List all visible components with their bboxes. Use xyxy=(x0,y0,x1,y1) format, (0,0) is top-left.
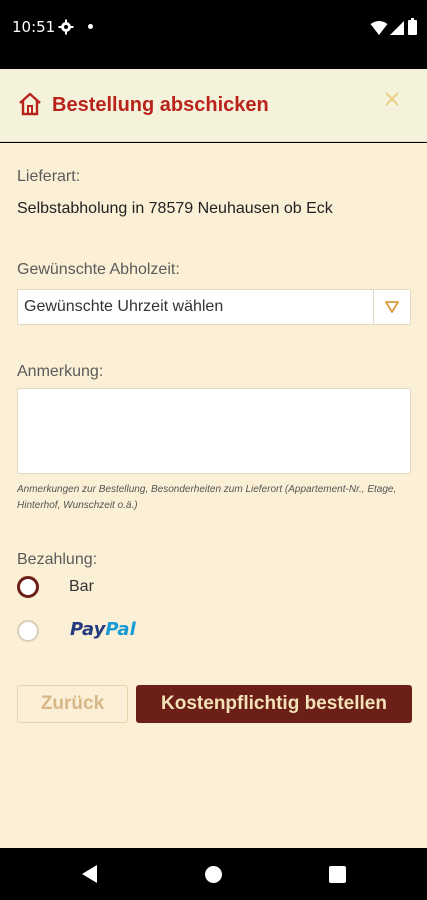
close-icon[interactable] xyxy=(382,89,402,109)
paypal-logo[interactable]: PayPal xyxy=(70,619,136,640)
pickup-time-label: Gewünschte Abholzeit: xyxy=(17,261,180,278)
payment-radio-paypal[interactable] xyxy=(17,620,39,642)
payment-radio-cash[interactable] xyxy=(17,576,39,598)
wifi-icon xyxy=(370,21,388,35)
status-bar: 10:51 xyxy=(0,0,427,56)
dialog-title: Bestellung abschicken xyxy=(52,94,269,116)
dialog-top-edge xyxy=(0,56,427,69)
note-textarea[interactable] xyxy=(17,388,411,474)
paypal-logo-pal: Pal xyxy=(105,619,136,640)
delivery-value: Selbstabholung in 78579 Neuhausen ob Eck xyxy=(17,200,333,217)
note-label: Anmerkung: xyxy=(17,363,104,380)
status-time: 10:51 xyxy=(12,18,56,36)
notification-dot-icon xyxy=(88,24,93,29)
note-hint: Anmerkungen zur Bestellung, Besonderheit… xyxy=(17,484,397,511)
payment-label: Bezahlung: xyxy=(17,551,98,568)
nav-home-icon[interactable] xyxy=(205,866,222,883)
payment-option-cash[interactable]: Bar xyxy=(69,578,94,596)
pickup-time-select[interactable]: Gewünschte Uhrzeit wählen xyxy=(17,289,411,325)
battery-icon xyxy=(408,18,417,35)
nav-back-icon[interactable] xyxy=(81,864,99,884)
home-icon xyxy=(19,92,41,116)
gear-icon xyxy=(58,19,74,35)
dropdown-button[interactable] xyxy=(373,290,410,324)
signal-icon xyxy=(390,21,404,35)
triangle-down-icon xyxy=(385,301,399,313)
nav-recent-apps-icon[interactable] xyxy=(329,866,346,883)
paypal-logo-pay: Pay xyxy=(70,619,106,640)
back-button[interactable]: Zurück xyxy=(17,685,128,723)
delivery-label: Lieferart: xyxy=(17,168,81,185)
order-button[interactable]: Kostenpflichtig bestellen xyxy=(136,685,412,723)
pickup-time-selected: Gewünschte Uhrzeit wählen xyxy=(24,298,224,315)
